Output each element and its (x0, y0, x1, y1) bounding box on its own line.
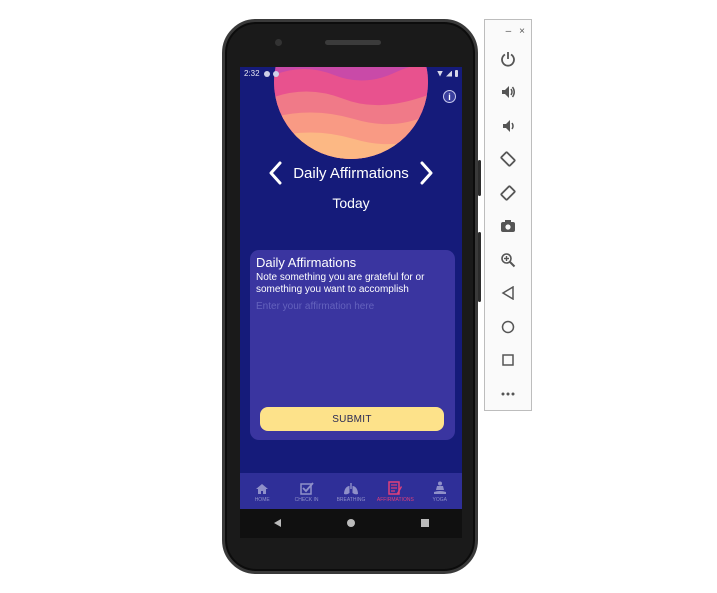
checkbox-icon (299, 480, 314, 495)
tab-check-in[interactable]: CHECK IN (286, 480, 328, 503)
chevron-left-icon[interactable] (267, 160, 283, 186)
chevron-right-icon[interactable] (419, 160, 435, 186)
minimize-button[interactable]: – (506, 26, 512, 37)
lungs-icon (343, 480, 359, 495)
tab-breathing[interactable]: BREATHING (330, 480, 372, 503)
status-bar: 2:32 (240, 67, 462, 80)
volume-up-icon[interactable] (485, 76, 531, 110)
affirmation-card: Daily Affirmations Note something you ar… (250, 250, 455, 440)
bottom-tab-bar: HOME CHECK IN BREATHING AFFIRMATIONS YOG… (240, 473, 462, 509)
power-side-button (478, 160, 481, 196)
tab-label: YOGA (432, 496, 447, 503)
tab-label: AFFIRMATIONS (376, 496, 414, 503)
card-title: Daily Affirmations (256, 255, 357, 270)
submit-button[interactable]: SUBMIT (260, 407, 444, 431)
phone-frame: 2:32 i Daily Affirmations Today Daily Af… (222, 19, 481, 574)
title-row: Daily Affirmations (240, 159, 462, 187)
tab-label: BREATHING (336, 496, 366, 503)
note-icon (388, 480, 403, 495)
earpiece-speaker (325, 40, 381, 45)
tab-label: CHECK IN (294, 496, 319, 503)
notification-icon (272, 70, 279, 77)
back-icon[interactable] (272, 515, 282, 533)
affirmation-input[interactable] (256, 301, 446, 312)
android-nav-bar (240, 509, 462, 538)
back-icon[interactable] (485, 277, 531, 311)
front-camera (275, 39, 282, 46)
notification-icon (263, 70, 270, 77)
app-screen: 2:32 i Daily Affirmations Today Daily Af… (240, 67, 462, 509)
emulator-toolbar: – × (484, 19, 532, 411)
wifi-icon (437, 70, 443, 77)
home-icon[interactable] (485, 310, 531, 344)
battery-icon (455, 70, 458, 77)
card-description: Note something you are grateful for or s… (256, 272, 425, 295)
header-artwork (274, 67, 428, 159)
info-icon[interactable]: i (443, 90, 456, 103)
signal-icon (446, 70, 452, 77)
tab-home[interactable]: HOME (241, 480, 283, 503)
close-button[interactable]: × (519, 26, 525, 37)
zoom-icon[interactable] (485, 243, 531, 277)
emulator-window-controls: – × (485, 20, 531, 42)
tab-affirmations[interactable]: AFFIRMATIONS (374, 480, 416, 503)
volume-down-icon[interactable] (485, 109, 531, 143)
power-icon[interactable] (485, 42, 531, 76)
tab-label: HOME (254, 496, 270, 503)
tab-yoga[interactable]: YOGA (419, 480, 461, 503)
meditation-icon (433, 480, 447, 495)
page-title: Daily Affirmations (293, 164, 409, 182)
date-label: Today (332, 195, 370, 211)
volume-side-button (478, 232, 481, 302)
home-icon (255, 480, 269, 495)
status-time: 2:32 (244, 69, 260, 78)
overview-icon[interactable] (485, 344, 531, 378)
rotate-left-icon[interactable] (485, 143, 531, 177)
more-icon[interactable] (485, 377, 531, 411)
recents-icon[interactable] (420, 515, 430, 533)
home-circle-icon[interactable] (346, 515, 356, 533)
rotate-right-icon[interactable] (485, 176, 531, 210)
camera-icon[interactable] (485, 210, 531, 244)
